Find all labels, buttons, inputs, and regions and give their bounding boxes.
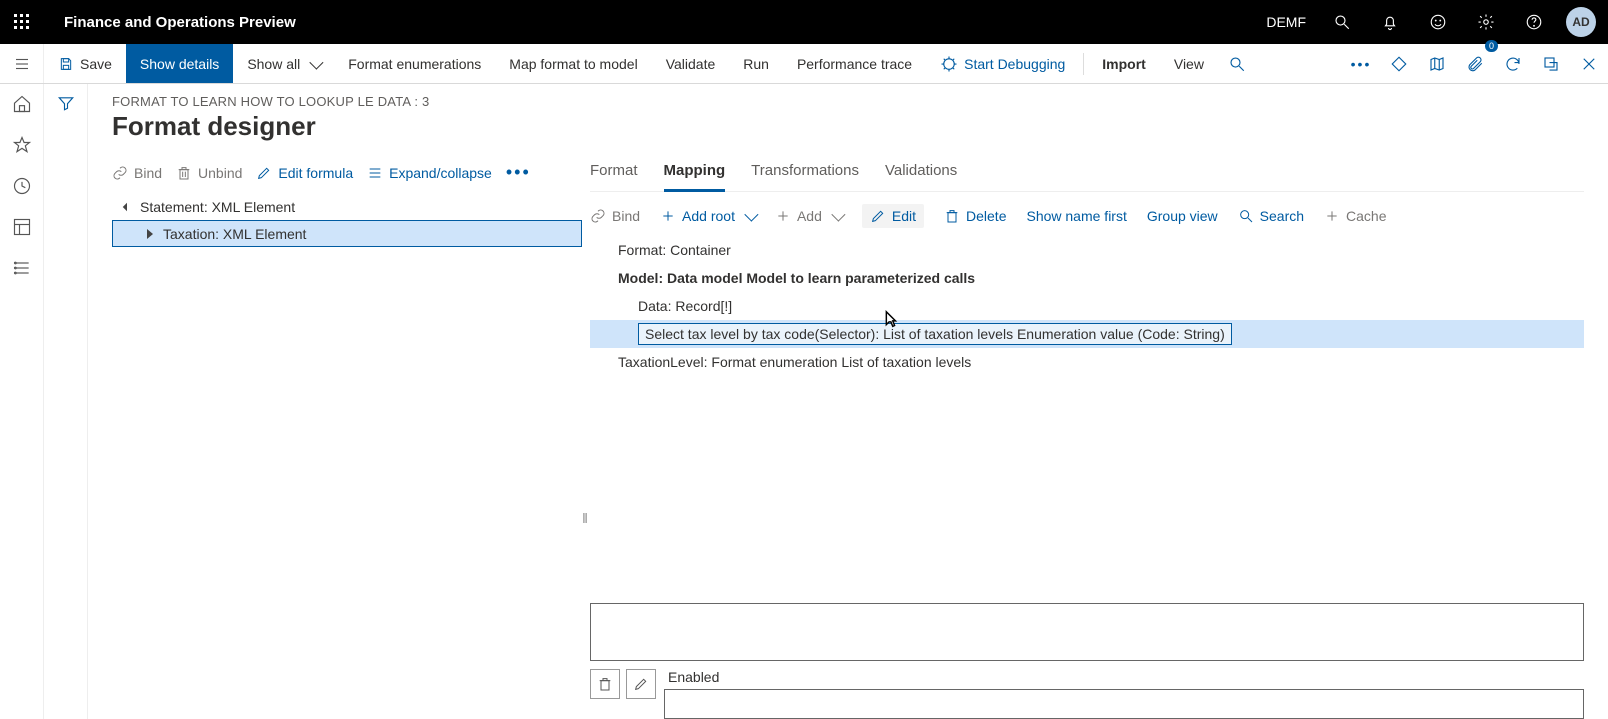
cmdbar-search-icon[interactable]	[1218, 44, 1256, 83]
properties-panel: Enabled	[590, 453, 1584, 719]
favorites-icon[interactable]	[12, 135, 32, 158]
left-toolbar: Bind Unbind Edit formula Expand/collapse…	[112, 156, 582, 193]
edit-property-button[interactable]	[626, 669, 656, 699]
app-title: Finance and Operations Preview	[64, 14, 296, 31]
expand-icon[interactable]	[120, 200, 134, 214]
help-icon[interactable]	[1512, 0, 1556, 44]
notification-icon[interactable]	[1368, 0, 1412, 44]
chevron-down-icon	[744, 208, 758, 222]
edit-formula-button[interactable]: Edit formula	[256, 165, 353, 181]
gear-icon[interactable]	[1464, 0, 1508, 44]
filter-icon[interactable]	[57, 94, 75, 115]
chevron-down-icon	[310, 55, 324, 69]
enabled-label: Enabled	[668, 669, 1584, 685]
performance-trace-button[interactable]: Performance trace	[783, 44, 926, 83]
tree-node-taxation-level[interactable]: TaxationLevel: Format enumeration List o…	[590, 348, 1584, 376]
delete-button[interactable]: Delete	[944, 208, 1006, 224]
environment-label[interactable]: DEMF	[1256, 14, 1316, 30]
bind-button[interactable]: Bind	[112, 165, 162, 181]
search-icon[interactable]	[1320, 0, 1364, 44]
attachment-icon[interactable]	[1456, 44, 1494, 83]
chevron-down-icon	[831, 208, 845, 222]
tree-node-format-container[interactable]: Format: Container	[590, 236, 1584, 264]
map-format-to-model-button[interactable]: Map format to model	[495, 44, 651, 83]
filter-rail	[44, 84, 88, 719]
diamond-icon[interactable]	[1380, 44, 1418, 83]
mapping-tree: Format: Container Model: Data model Mode…	[590, 236, 1584, 376]
tab-transformations[interactable]: Transformations	[751, 156, 859, 191]
tab-validations[interactable]: Validations	[885, 156, 957, 191]
right-tabs: Format Mapping Transformations Validatio…	[590, 156, 1584, 192]
nav-hamburger-icon[interactable]	[0, 44, 44, 83]
enabled-input[interactable]	[664, 689, 1584, 719]
recent-icon[interactable]	[12, 176, 32, 199]
cache-button[interactable]: Cache	[1324, 208, 1386, 224]
expand-icon[interactable]	[143, 227, 157, 241]
waffle-icon[interactable]	[0, 0, 44, 44]
overflow-icon[interactable]: •••	[1342, 44, 1380, 83]
unbind-button[interactable]: Unbind	[176, 165, 242, 181]
save-label: Save	[80, 56, 112, 72]
tree-node-taxation[interactable]: Taxation: XML Element	[112, 220, 582, 247]
run-button[interactable]: Run	[729, 44, 783, 83]
mapping-toolbar: Bind Add root Add Edit Delete Show name …	[590, 192, 1584, 236]
popout-icon[interactable]	[1532, 44, 1570, 83]
refresh-icon[interactable]	[1494, 44, 1532, 83]
format-enumerations-button[interactable]: Format enumerations	[334, 44, 495, 83]
start-debugging-button[interactable]: Start Debugging	[926, 44, 1079, 83]
title-bar: Finance and Operations Preview DEMF AD	[0, 0, 1608, 44]
left-nav-rail	[0, 84, 44, 719]
show-name-first-button[interactable]: Show name first	[1026, 208, 1126, 224]
bind-button-right[interactable]: Bind	[590, 208, 640, 224]
search-button[interactable]: Search	[1238, 208, 1304, 224]
tab-format[interactable]: Format	[590, 156, 638, 191]
map-icon[interactable]	[1418, 44, 1456, 83]
page-title: Format designer	[112, 111, 1584, 142]
show-all-button[interactable]: Show all	[233, 44, 334, 83]
user-avatar[interactable]: AD	[1566, 7, 1596, 37]
tree-node-selector[interactable]: Select tax level by tax code(Selector): …	[590, 320, 1584, 348]
home-icon[interactable]	[12, 94, 32, 117]
edit-button[interactable]: Edit	[862, 204, 924, 228]
group-view-button[interactable]: Group view	[1147, 208, 1218, 224]
workspaces-icon[interactable]	[12, 217, 32, 240]
formula-textarea[interactable]	[590, 603, 1584, 661]
modules-icon[interactable]	[12, 258, 32, 281]
view-button[interactable]: View	[1160, 44, 1218, 83]
format-tree: Statement: XML Element Taxation: XML Ele…	[112, 193, 582, 247]
command-bar: Save Show details Show all Format enumer…	[0, 44, 1608, 84]
import-button[interactable]: Import	[1088, 44, 1160, 83]
validate-button[interactable]: Validate	[652, 44, 730, 83]
smile-icon[interactable]	[1416, 0, 1460, 44]
expand-collapse-button[interactable]: Expand/collapse	[367, 165, 492, 181]
tree-node-statement[interactable]: Statement: XML Element	[112, 193, 582, 220]
breadcrumb: FORMAT TO LEARN HOW TO LOOKUP LE DATA : …	[112, 94, 1584, 109]
close-icon[interactable]	[1570, 44, 1608, 83]
add-root-button[interactable]: Add root	[660, 208, 755, 224]
tree-node-data[interactable]: Data: Record[!]	[590, 292, 1584, 320]
delete-formula-button[interactable]	[590, 669, 620, 699]
left-toolbar-overflow[interactable]: •••	[506, 162, 531, 183]
show-details-button[interactable]: Show details	[126, 44, 233, 83]
tab-mapping[interactable]: Mapping	[664, 156, 726, 192]
tree-node-model[interactable]: Model: Data model Model to learn paramet…	[590, 264, 1584, 292]
save-button[interactable]: Save	[44, 44, 126, 83]
add-button[interactable]: Add	[775, 208, 842, 224]
